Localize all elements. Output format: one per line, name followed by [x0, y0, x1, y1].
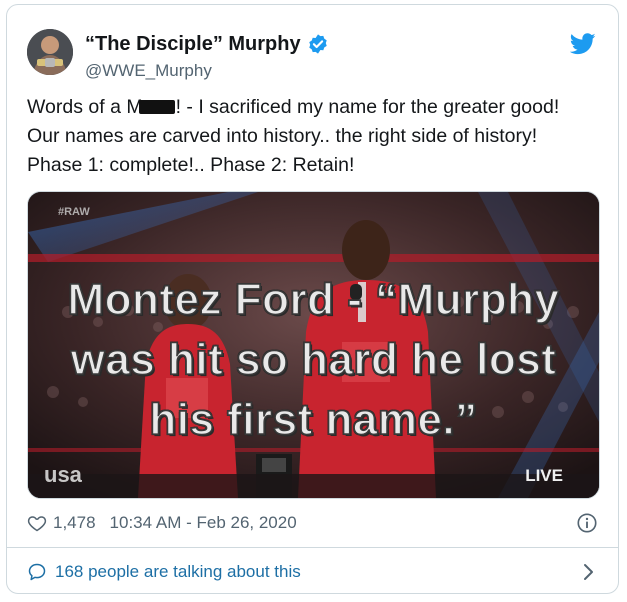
usa-network-logo: usa: [44, 462, 82, 487]
like-count[interactable]: 1,478: [53, 513, 96, 533]
chat-bubble-icon: [28, 563, 46, 581]
live-bug: LIVE: [525, 466, 563, 485]
censor-mark: [138, 100, 175, 114]
tweet-media-image[interactable]: #RAW Montez Ford - “Murphy was hit so ha…: [27, 191, 600, 499]
heart-icon[interactable]: [27, 513, 47, 533]
media-caption: Montez Ford - “Murphy was hit so hard he…: [28, 270, 599, 450]
avatar[interactable]: [27, 29, 73, 75]
timestamp[interactable]: 10:34 AM - Feb 26, 2020: [110, 513, 297, 533]
tweet-line-1: Words of a M ! - I sacrificed my name for…: [27, 93, 602, 122]
avatar-image: [27, 29, 73, 75]
tweet-line-3: Phase 1: complete!.. Phase 2: Retain!: [27, 154, 355, 176]
caption-line-2: was hit so hard he lost: [70, 334, 557, 385]
caption-line-1: Montez Ford - “Murphy: [67, 274, 560, 325]
display-name[interactable]: “The Disciple” Murphy: [85, 33, 301, 56]
caption-line-3: his first name.”: [149, 394, 478, 445]
talking-count[interactable]: 168 people are talking about this: [55, 562, 301, 582]
tweet-line-1-end: ! - I sacrificed my name for the greater…: [175, 96, 560, 118]
tweet-text: Words of a M ! - I sacrificed my name for…: [27, 93, 602, 180]
conversation-link[interactable]: 168 people are talking about this: [7, 548, 618, 593]
info-icon[interactable]: [576, 512, 598, 534]
tweet-line-2: Our names are carved into history.. the …: [27, 125, 538, 147]
author-block: “The Disciple” Murphy @WWE_Murphy: [85, 31, 329, 81]
display-name-row: “The Disciple” Murphy: [85, 31, 329, 57]
tweet-header: “The Disciple” Murphy @WWE_Murphy: [7, 5, 618, 85]
verified-badge-icon: [308, 34, 327, 54]
raw-watermark: #RAW: [58, 206, 90, 218]
tweet-meta: 1,478 10:34 AM - Feb 26, 2020: [27, 511, 598, 535]
chevron-right-icon[interactable]: [580, 563, 596, 581]
twitter-bird-icon[interactable]: [570, 33, 596, 55]
tweet-card: “The Disciple” Murphy @WWE_Murphy Words …: [6, 4, 619, 594]
handle[interactable]: @WWE_Murphy: [85, 61, 329, 81]
tweet-line-1-start: Words of a M: [27, 96, 143, 118]
